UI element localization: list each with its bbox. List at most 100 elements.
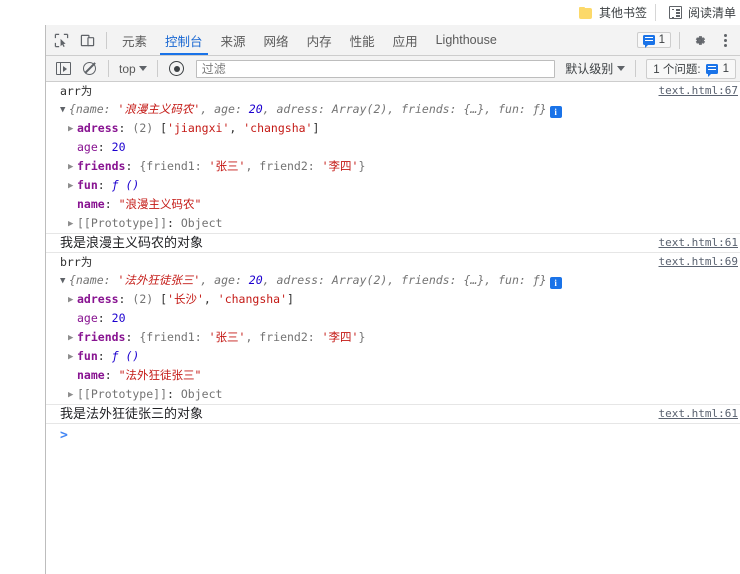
- filterbar-divider: [108, 60, 109, 77]
- execution-context-selector[interactable]: top: [115, 62, 151, 76]
- issue-count: 1: [658, 34, 665, 46]
- object-property-row[interactable]: name: "法外狂徒张三": [46, 366, 740, 385]
- tab-application[interactable]: 应用: [384, 25, 427, 55]
- object-property-row[interactable]: ▶ fun: ƒ (): [46, 347, 740, 366]
- console-prompt[interactable]: >: [46, 424, 740, 446]
- tab-label: 控制台: [165, 34, 203, 49]
- object-property-row[interactable]: ▶ friends: {friend1: '张三', friend2: '李四'}: [46, 328, 740, 347]
- object-property-row[interactable]: ▶ adress: (2) ['jiangxi', 'changsha']: [46, 119, 740, 138]
- bookmark-label: 阅读清单: [687, 6, 736, 20]
- source-link[interactable]: text.html:61: [659, 407, 738, 420]
- prompt-arrow-icon: >: [60, 427, 68, 443]
- disclosure-triangle-icon[interactable]: ▶: [68, 329, 77, 347]
- bookmark-other-bookmarks[interactable]: 其他书签: [575, 2, 651, 23]
- disclosure-triangle-icon[interactable]: ▶: [68, 348, 77, 366]
- console-label: arr为: [60, 84, 93, 98]
- disclosure-triangle-icon[interactable]: ▶: [68, 291, 77, 309]
- folder-icon: [578, 6, 593, 19]
- chevron-down-icon: [617, 66, 626, 71]
- console-message-group[interactable]: text.html:69 brr为 ▼ {name: '法外狂徒张三', age: 2…: [46, 253, 740, 405]
- console-text-message: 我是法外狂徒张三的对象: [60, 406, 204, 421]
- live-expression-icon[interactable]: [165, 57, 189, 81]
- page-content-area: [0, 25, 46, 574]
- message-bubble-icon: [705, 63, 718, 77]
- console-message-group[interactable]: text.html:61 我是法外狂徒张三的对象: [46, 405, 740, 424]
- tab-network[interactable]: 网络: [255, 25, 298, 55]
- disclosure-triangle-icon[interactable]: ▼: [60, 272, 69, 290]
- console-label: brr为: [60, 255, 93, 269]
- message-bubble-icon: [642, 35, 655, 48]
- devtools-panel: 元素 控制台 来源 网络 内存 性能 应用 Lighthouse 1 top 过…: [46, 25, 740, 574]
- toolbar-divider: [679, 31, 680, 49]
- bookmarks-bar: 其他书签 阅读清单: [0, 0, 740, 26]
- tab-sources[interactable]: 来源: [212, 25, 255, 55]
- source-link[interactable]: text.html:61: [659, 236, 738, 249]
- tab-label: 元素: [122, 34, 148, 49]
- console-message-group[interactable]: text.html:61 我是浪漫主义码农的对象: [46, 234, 740, 253]
- chevron-down-icon: [138, 66, 147, 71]
- device-toolbar-icon[interactable]: [75, 28, 99, 52]
- clear-console-icon[interactable]: [77, 57, 101, 81]
- bookmark-reading-list[interactable]: 阅读清单: [665, 2, 740, 23]
- context-label: top: [119, 61, 136, 76]
- object-property-row[interactable]: ▶ adress: (2) ['长沙', 'changsha']: [46, 290, 740, 309]
- tab-lighthouse[interactable]: Lighthouse: [427, 25, 506, 55]
- log-level-selector[interactable]: 默认级别: [561, 60, 629, 77]
- info-badge-icon[interactable]: i: [549, 277, 562, 289]
- disclosure-triangle-icon[interactable]: ▶: [68, 386, 77, 404]
- object-property-row[interactable]: ▶ [[Prototype]]: Object: [46, 385, 740, 404]
- object-property-row[interactable]: age: 20: [46, 138, 740, 157]
- tab-console[interactable]: 控制台: [156, 25, 212, 55]
- issues-label: 1 个问题:: [653, 63, 701, 76]
- tab-elements[interactable]: 元素: [113, 25, 156, 55]
- gear-icon[interactable]: [687, 28, 711, 52]
- disclosure-triangle-icon[interactable]: ▶: [68, 120, 77, 138]
- object-property-row[interactable]: age: 20: [46, 309, 740, 328]
- disclosure-triangle-icon[interactable]: ▶: [68, 215, 77, 233]
- tab-label: 内存: [306, 34, 332, 49]
- info-badge-icon[interactable]: i: [549, 106, 562, 118]
- object-preview-header[interactable]: ▼ {name: '法外狂徒张三', age: 20, adress: Array…: [46, 271, 740, 290]
- issues-count: 1: [722, 62, 729, 75]
- reading-list-icon: [668, 6, 682, 19]
- filter-input[interactable]: [195, 59, 556, 78]
- filterbar-divider: [156, 60, 158, 77]
- console-message-group[interactable]: text.html:67 arr为 ▼ {name: '浪漫主义码农', age: 2…: [46, 82, 740, 234]
- filterbar-divider: [635, 60, 637, 77]
- screenshot-root: 其他书签 阅读清单 元素 控制台 来源 网络 内存 性能 应用 Lighthou…: [0, 0, 740, 574]
- source-link[interactable]: text.html:67: [659, 84, 738, 97]
- inspect-element-icon[interactable]: [49, 28, 73, 52]
- kebab-menu-icon[interactable]: [713, 28, 737, 52]
- devtools-tabbar: 元素 控制台 来源 网络 内存 性能 应用 Lighthouse 1: [46, 25, 740, 56]
- object-preview-header[interactable]: ▼ {name: '浪漫主义码农', age: 20, adress: Array…: [46, 100, 740, 119]
- log-level-label: 默认级别: [565, 62, 614, 76]
- bookmarks-divider: [654, 4, 656, 21]
- toolbar-divider: [106, 31, 107, 49]
- issues-badge-toolbar[interactable]: 1: [636, 32, 671, 48]
- object-property-row[interactable]: ▶ fun: ƒ (): [46, 176, 740, 195]
- tab-performance[interactable]: 性能: [341, 25, 384, 55]
- bookmark-label: 其他书签: [598, 6, 647, 20]
- source-link[interactable]: text.html:69: [659, 255, 738, 268]
- tab-label: 性能: [349, 34, 375, 49]
- console-filter-bar: top 默认级别 1 个问题: 1: [46, 56, 740, 82]
- disclosure-triangle-icon[interactable]: ▼: [60, 101, 69, 119]
- console-text-message: 我是浪漫主义码农的对象: [60, 235, 204, 250]
- console-sidebar-icon[interactable]: [51, 57, 75, 81]
- disclosure-triangle-icon[interactable]: ▶: [68, 177, 77, 195]
- tab-memory[interactable]: 内存: [298, 25, 341, 55]
- issues-button[interactable]: 1 个问题: 1: [646, 58, 736, 79]
- tab-label: 来源: [220, 34, 246, 49]
- object-property-row[interactable]: ▶ friends: {friend1: '张三', friend2: '李四'}: [46, 157, 740, 176]
- object-property-row[interactable]: name: "浪漫主义码农": [46, 195, 740, 214]
- tab-label: 网络: [263, 34, 289, 49]
- tab-label: 应用: [392, 34, 418, 49]
- disclosure-triangle-icon[interactable]: ▶: [68, 158, 77, 176]
- console-output[interactable]: text.html:67 arr为 ▼ {name: '浪漫主义码农', age: 2…: [46, 82, 740, 574]
- tab-label: Lighthouse: [435, 33, 497, 47]
- object-property-row[interactable]: ▶ [[Prototype]]: Object: [46, 214, 740, 233]
